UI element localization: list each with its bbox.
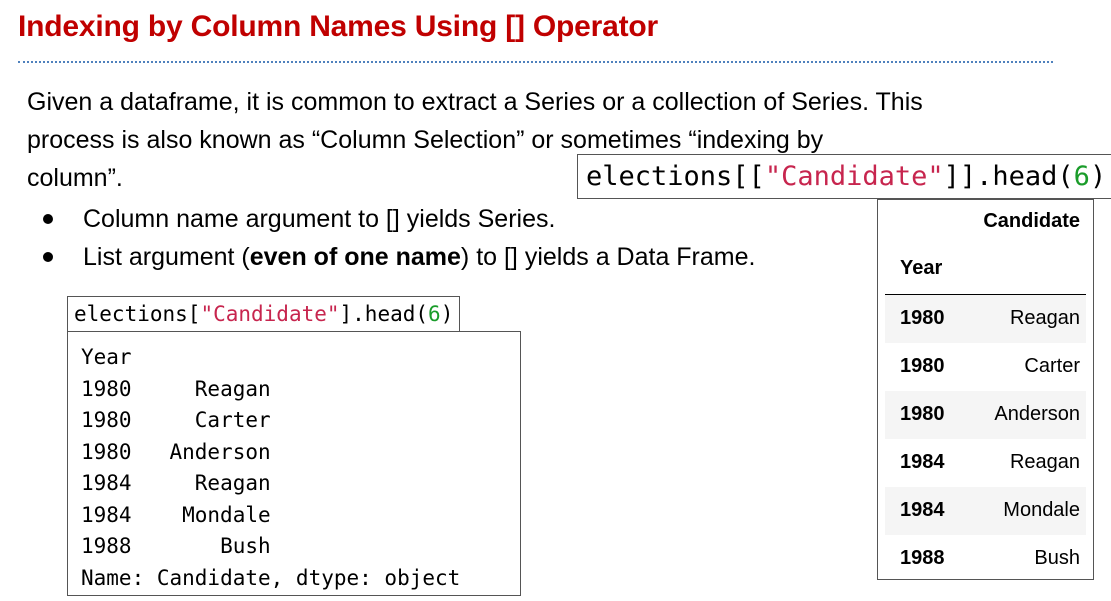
- code-text: ): [440, 302, 454, 326]
- row-candidate: Reagan: [1009, 451, 1080, 473]
- series-row: 1984 Reagan: [81, 468, 520, 500]
- table-row: 1984 Reagan: [885, 439, 1086, 487]
- series-row: 1984 Mondale: [81, 500, 520, 532]
- series-row-candidate: Reagan: [194, 471, 271, 495]
- row-index-year: 1984: [900, 451, 945, 473]
- row-candidate: Carter: [1024, 355, 1080, 377]
- code-number: 6: [1073, 161, 1090, 192]
- code-text: ]].head(: [943, 161, 1074, 192]
- series-row-candidate: Carter: [194, 408, 271, 432]
- series-row-year: 1984: [81, 502, 132, 527]
- bullet-item-series: Column name argument to [] yields Series…: [43, 200, 755, 238]
- bullet-dot-icon: [43, 214, 53, 224]
- row-candidate: Anderson: [994, 403, 1080, 425]
- code-string: "Candidate": [200, 302, 340, 326]
- row-index-year: 1988: [900, 547, 945, 569]
- series-row-year: 1980: [81, 408, 132, 432]
- series-code-cell: elections["Candidate"].head(6): [67, 296, 461, 332]
- bullet-text-bold: even of one name: [249, 243, 461, 271]
- table-header-row: Candidate: [885, 200, 1086, 242]
- series-row: 1988 Bush: [81, 531, 520, 563]
- series-row-year: 1988: [81, 534, 132, 558]
- row-index-year: 1980: [900, 307, 945, 330]
- series-row-candidate: Reagan: [194, 376, 271, 401]
- table-row: 1980 Anderson: [885, 390, 1086, 439]
- bullet-text: Column name argument to [] yields Series…: [83, 205, 556, 233]
- index-header-blank: [885, 200, 959, 242]
- table-row: 1980 Reagan: [885, 294, 1086, 343]
- row-candidate: Reagan: [1009, 307, 1080, 330]
- series-footer: Name: Candidate, dtype: object: [81, 565, 461, 590]
- series-row-candidate: Mondale: [182, 502, 271, 527]
- code-text: elections[[: [586, 161, 765, 192]
- index-name-blank: [958, 242, 1086, 295]
- intro-line-1: Given a dataframe, it is common to extra…: [27, 88, 923, 116]
- bullet-dot-icon: [43, 252, 53, 262]
- dataframe-code-cell: elections[["Candidate"]].head(6): [577, 154, 1111, 199]
- series-row: 1980 Anderson: [81, 437, 520, 469]
- title-divider: [18, 61, 1053, 63]
- column-header-candidate: Candidate: [983, 209, 1080, 232]
- row-index-year: 1984: [900, 499, 945, 521]
- series-output-box: Year 1980 Reagan 1980 Carter 1980 Anderson 198…: [67, 331, 521, 596]
- series-row-year: 1980: [81, 376, 132, 401]
- slide-title: Indexing by Column Names Using [] Operat…: [18, 10, 659, 43]
- code-text: elections[: [74, 302, 201, 326]
- bullet-item-dataframe: List argument (even of one name) to [] y…: [43, 238, 755, 276]
- code-text: ): [1089, 161, 1107, 192]
- series-row-year: 1980: [81, 439, 132, 464]
- code-number: 6: [428, 302, 441, 326]
- series-row-year: 1984: [81, 471, 132, 495]
- bullet-text-after: ) to [] yields a Data Frame.: [460, 243, 756, 271]
- row-index-year: 1980: [900, 355, 945, 377]
- dataframe-table: Candidate Year 1980 Reagan 1980 Carter 1980 A…: [885, 200, 1086, 583]
- series-row: 1980 Reagan: [81, 374, 520, 406]
- series-row-candidate: Anderson: [169, 439, 271, 464]
- bullet-list: Column name argument to [] yields Series…: [43, 200, 755, 276]
- series-row: 1980 Carter: [81, 405, 520, 437]
- bullet-text-before: List argument (: [83, 243, 250, 271]
- series-index-name: Year: [81, 345, 132, 369]
- row-candidate: Bush: [1034, 547, 1080, 569]
- table-row: 1984 Mondale: [885, 486, 1086, 535]
- index-name-year: Year: [885, 242, 959, 295]
- code-text: ].head(: [339, 302, 429, 326]
- code-string: "Candidate": [764, 161, 944, 192]
- row-candidate: Mondale: [1003, 499, 1080, 521]
- table-row: 1988 Bush: [885, 535, 1086, 583]
- dataframe-output-box: Candidate Year 1980 Reagan 1980 Carter 1980 A…: [877, 199, 1094, 580]
- series-rows: 1980 Reagan 1980 Carter 1980 Anderson 1984 Reag…: [81, 374, 520, 563]
- row-index-year: 1980: [900, 403, 945, 425]
- table-row: 1980 Carter: [885, 343, 1086, 391]
- series-row-candidate: Bush: [220, 534, 271, 558]
- table-body: 1980 Reagan 1980 Carter 1980 Anderson 1984 Reag…: [885, 294, 1086, 583]
- index-name-row: Year: [885, 242, 1086, 295]
